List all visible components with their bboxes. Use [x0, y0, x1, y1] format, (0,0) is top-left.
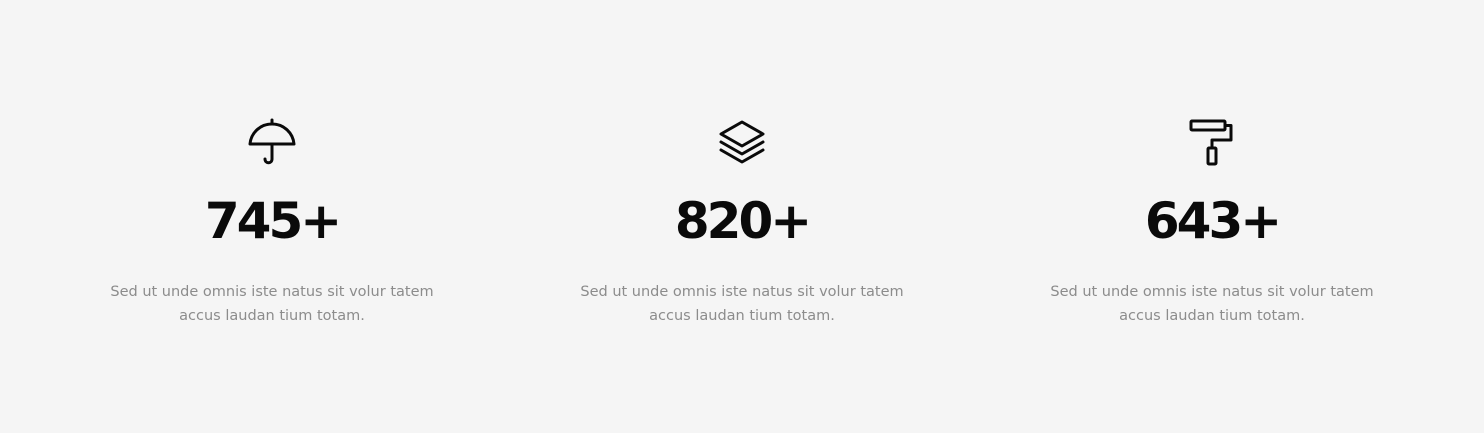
- stat-item: 820+ Sed ut unde omnis iste natus sit vo…: [562, 118, 922, 328]
- stat-description: Sed ut unde omnis iste natus sit volur t…: [110, 284, 434, 324]
- layers-icon: [717, 118, 767, 168]
- umbrella-icon: [247, 118, 297, 168]
- stat-number: 643+: [1144, 192, 1282, 250]
- paint-roller-icon: [1187, 118, 1237, 168]
- stat-item: 745+ Sed ut unde omnis iste natus sit vo…: [92, 118, 452, 328]
- stat-description: Sed ut unde omnis iste natus sit volur t…: [580, 284, 904, 324]
- stat-number: 820+: [674, 192, 812, 250]
- stat-item: 643+ Sed ut unde omnis iste natus sit vo…: [1032, 118, 1392, 328]
- stats-section: 745+ Sed ut unde omnis iste natus sit vo…: [0, 0, 1484, 433]
- stat-number: 745+: [204, 192, 342, 250]
- stat-description: Sed ut unde omnis iste natus sit volur t…: [1050, 284, 1374, 324]
